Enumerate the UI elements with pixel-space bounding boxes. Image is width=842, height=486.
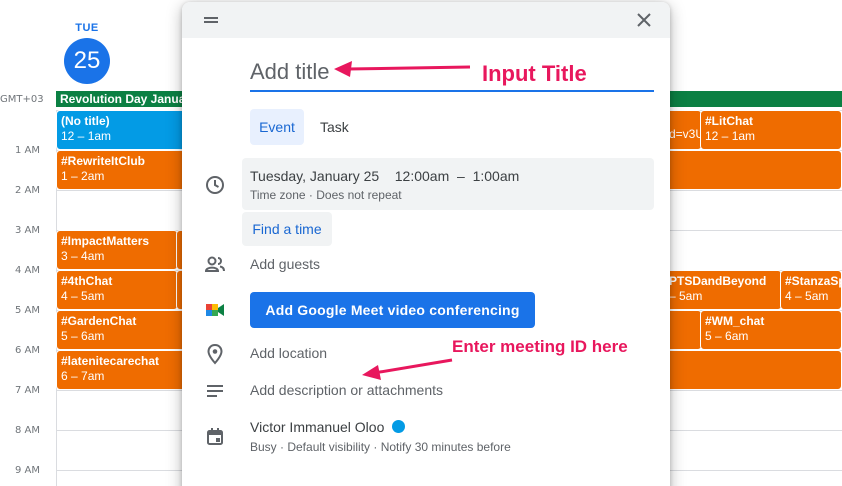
- hour-label: 1 AM: [14, 145, 40, 156]
- event-time: 4 – 5am: [61, 289, 105, 303]
- close-icon[interactable]: [634, 10, 654, 30]
- hour-label: 7 AM: [14, 385, 40, 396]
- event-dialog: Event Task Tuesday, January 25 12:00am –…: [182, 2, 670, 486]
- event-card[interactable]: #StanzaSp 4 – 5am: [780, 270, 842, 310]
- event-card[interactable]: #LitChat 12 – 1am: [700, 110, 842, 150]
- find-time-button[interactable]: Find a time: [242, 212, 332, 246]
- event-card[interactable]: #WM_chat 5 – 6am: [700, 310, 842, 350]
- event-title: #StanzaSp: [785, 274, 842, 288]
- event-title: #WM_chat: [705, 314, 765, 328]
- event-card[interactable]: #4thChat 4 – 5am: [56, 270, 178, 310]
- dialog-header[interactable]: [182, 2, 670, 38]
- date-time-text[interactable]: Tuesday, January 25 12:00am – 1:00am: [250, 168, 519, 184]
- hour-label: 8 AM: [14, 425, 40, 436]
- location-pin-icon: [207, 343, 223, 365]
- event-card[interactable]: #latenitecarechat 6 – 7am: [56, 350, 186, 390]
- hour-label: 4 AM: [14, 265, 40, 276]
- tab-event[interactable]: Event: [250, 109, 304, 145]
- day-number[interactable]: 25: [64, 38, 110, 84]
- annotation-meeting-id: Enter meeting ID here: [452, 337, 628, 356]
- google-meet-icon: [206, 304, 224, 316]
- event-time: 5 – 6am: [705, 329, 749, 343]
- event-time: – 5am: [669, 289, 703, 303]
- event-time: 12 – 1am: [705, 129, 756, 143]
- event-card[interactable]: PTSDandBeyond – 5am: [664, 270, 782, 310]
- add-description-field[interactable]: Add description or attachments: [250, 382, 443, 398]
- calendar-color-dot: [392, 420, 406, 433]
- event-card[interactable]: #ImpactMatters 3 – 4am: [56, 230, 178, 270]
- event-time: 5 – 6am: [61, 329, 105, 343]
- event-time: 4 – 5am: [785, 289, 829, 303]
- event-time: 6 – 7am: [61, 369, 105, 383]
- event-title: PTSDandBeyond: [669, 274, 767, 288]
- drag-handle-icon[interactable]: [204, 17, 218, 23]
- hour-label: 9 AM: [14, 465, 40, 476]
- hour-label: 3 AM: [14, 225, 40, 236]
- event-title: #RewriteItClub: [61, 154, 146, 168]
- annotation-input-title: Input Title: [482, 61, 587, 86]
- event-time: 1 – 2am: [61, 169, 105, 183]
- calendar-screen: TUE 25 GMT+03 1 AM 2 AM 3 AM 4 AM 5 AM 6…: [0, 0, 842, 486]
- day-name: TUE: [75, 22, 99, 34]
- event-title: (No title): [61, 114, 110, 128]
- event-card[interactable]: [664, 350, 842, 390]
- event-card[interactable]: [664, 150, 842, 190]
- tab-task[interactable]: Task: [312, 109, 357, 145]
- timezone-label: GMT+03: [0, 94, 44, 105]
- event-card[interactable]: (No title) 12 – 1am: [56, 110, 186, 150]
- event-title: #LitChat: [705, 114, 753, 128]
- date-time-selector[interactable]: Tuesday, January 25 12:00am – 1:00am Tim…: [242, 158, 654, 210]
- owner-name: Victor Immanuel Oloo: [250, 419, 385, 435]
- event-title: #latenitecarechat: [61, 354, 160, 368]
- title-input[interactable]: [250, 58, 654, 92]
- hour-label: 2 AM: [14, 185, 40, 196]
- event-title: #GardenChat: [61, 314, 137, 328]
- event-time: 12 – 1am: [61, 129, 112, 143]
- add-guests-field[interactable]: Add guests: [250, 256, 320, 272]
- timezone-repeat-text[interactable]: Time zone · Does not repeat: [250, 188, 402, 202]
- clock-icon: [206, 176, 224, 194]
- event-card[interactable]: #RewriteItClub 1 – 2am: [56, 150, 186, 190]
- calendar-icon: [207, 428, 223, 445]
- add-meet-button[interactable]: Add Google Meet video conferencing: [250, 292, 535, 328]
- event-title: #ImpactMatters: [61, 234, 150, 248]
- event-title: #4thChat: [61, 274, 113, 288]
- event-card[interactable]: #GardenChat 5 – 6am: [56, 310, 186, 350]
- owner-details[interactable]: Busy · Default visibility · Notify 30 mi…: [250, 440, 511, 454]
- hour-label: 5 AM: [14, 305, 40, 316]
- event-time: 3 – 4am: [61, 249, 105, 263]
- hour-label: 6 AM: [14, 345, 40, 356]
- calendar-owner[interactable]: Victor Immanuel Oloo: [250, 419, 406, 435]
- add-location-field[interactable]: Add location: [250, 345, 327, 361]
- people-icon: [204, 256, 225, 272]
- event-title: d=v3U: [669, 127, 702, 141]
- description-icon: [207, 385, 223, 397]
